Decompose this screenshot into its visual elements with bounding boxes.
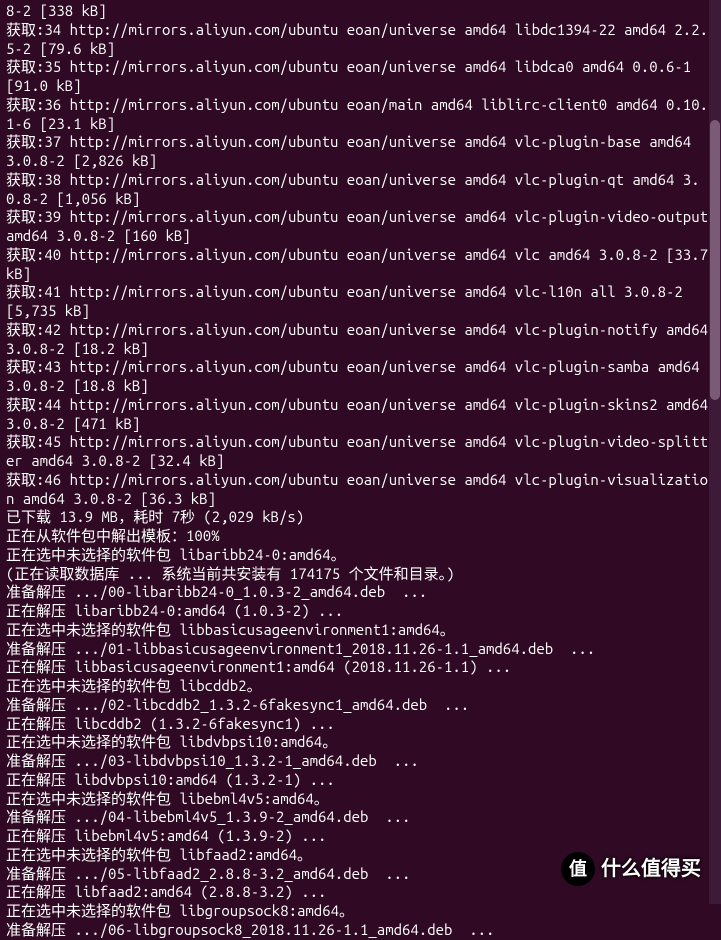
terminal-line: 获取:34 http://mirrors.aliyun.com/ubuntu e… bbox=[6, 21, 715, 59]
terminal-line: 获取:44 http://mirrors.aliyun.com/ubuntu e… bbox=[6, 396, 715, 434]
terminal-line: 已下载 13.9 MB，耗时 7秒 (2,029 kB/s) bbox=[6, 508, 715, 527]
terminal-line: 正在从软件包中解出模板：100% bbox=[6, 527, 715, 546]
terminal-line: 获取:39 http://mirrors.aliyun.com/ubuntu e… bbox=[6, 208, 715, 246]
terminal-line: 准备解压 .../01-libbasicusageenvironment1_20… bbox=[6, 640, 715, 659]
terminal-line: 获取:43 http://mirrors.aliyun.com/ubuntu e… bbox=[6, 358, 715, 396]
terminal-output[interactable]: 8-2 [338 kB]获取:34 http://mirrors.aliyun.… bbox=[6, 2, 715, 940]
terminal-line: 正在选中未选择的软件包 libbasicusageenvironment1:am… bbox=[6, 621, 715, 640]
terminal-line: 正在解压 libcddb2 (1.3.2-6fakesync1) ... bbox=[6, 715, 715, 734]
watermark-text: 什么值得买 bbox=[601, 857, 701, 882]
watermark-badge-icon: 值 bbox=[561, 852, 595, 886]
terminal-line: 正在解压 libbasicusageenvironment1:amd64 (20… bbox=[6, 658, 715, 677]
terminal-line: 8-2 [338 kB] bbox=[6, 2, 715, 21]
terminal-line: 获取:42 http://mirrors.aliyun.com/ubuntu e… bbox=[6, 321, 715, 359]
terminal-line: 正在选中未选择的软件包 libcddb2。 bbox=[6, 677, 715, 696]
terminal-line: 准备解压 .../04-libebml4v5_1.3.9-2_amd64.deb… bbox=[6, 808, 715, 827]
terminal-line: 获取:41 http://mirrors.aliyun.com/ubuntu e… bbox=[6, 283, 715, 321]
terminal-line: 正在解压 libaribb24-0:amd64 (1.0.3-2) ... bbox=[6, 602, 715, 621]
terminal-line: 获取:38 http://mirrors.aliyun.com/ubuntu e… bbox=[6, 171, 715, 209]
terminal-line: 准备解压 .../03-libdvbpsi10_1.3.2-1_amd64.de… bbox=[6, 752, 715, 771]
terminal-line: 获取:46 http://mirrors.aliyun.com/ubuntu e… bbox=[6, 471, 715, 509]
terminal-line: 正在选中未选择的软件包 libebml4v5:amd64。 bbox=[6, 790, 715, 809]
watermark: 值 什么值得买 bbox=[561, 852, 701, 886]
terminal-line: 正在选中未选择的软件包 libaribb24-0:amd64。 bbox=[6, 546, 715, 565]
terminal-line: 正在解压 libebml4v5:amd64 (1.3.9-2) ... bbox=[6, 827, 715, 846]
terminal-line: 正在解压 libfaad2:amd64 (2.8.8-3.2) ... bbox=[6, 883, 715, 902]
scrollbar-thumb[interactable] bbox=[710, 120, 720, 400]
terminal-line: 准备解压 .../02-libcddb2_1.3.2-6fakesync1_am… bbox=[6, 696, 715, 715]
terminal-line: 正在选中未选择的软件包 libdvbpsi10:amd64。 bbox=[6, 733, 715, 752]
terminal-line: 获取:45 http://mirrors.aliyun.com/ubuntu e… bbox=[6, 433, 715, 471]
terminal-line: 正在解压 libdvbpsi10:amd64 (1.3.2-1) ... bbox=[6, 771, 715, 790]
terminal-line: 准备解压 .../06-libgroupsock8_2018.11.26-1.1… bbox=[6, 921, 715, 940]
terminal-line: (正在读取数据库 ... 系统当前共安装有 174175 个文件和目录。) bbox=[6, 565, 715, 584]
terminal-line: 获取:40 http://mirrors.aliyun.com/ubuntu e… bbox=[6, 246, 715, 284]
terminal-line: 获取:37 http://mirrors.aliyun.com/ubuntu e… bbox=[6, 133, 715, 171]
scrollbar-track[interactable] bbox=[709, 0, 721, 904]
terminal-line: 获取:35 http://mirrors.aliyun.com/ubuntu e… bbox=[6, 58, 715, 96]
terminal-line: 获取:36 http://mirrors.aliyun.com/ubuntu e… bbox=[6, 96, 715, 134]
terminal-line: 准备解压 .../00-libaribb24-0_1.0.3-2_amd64.d… bbox=[6, 583, 715, 602]
terminal-line: 正在选中未选择的软件包 libgroupsock8:amd64。 bbox=[6, 902, 715, 921]
